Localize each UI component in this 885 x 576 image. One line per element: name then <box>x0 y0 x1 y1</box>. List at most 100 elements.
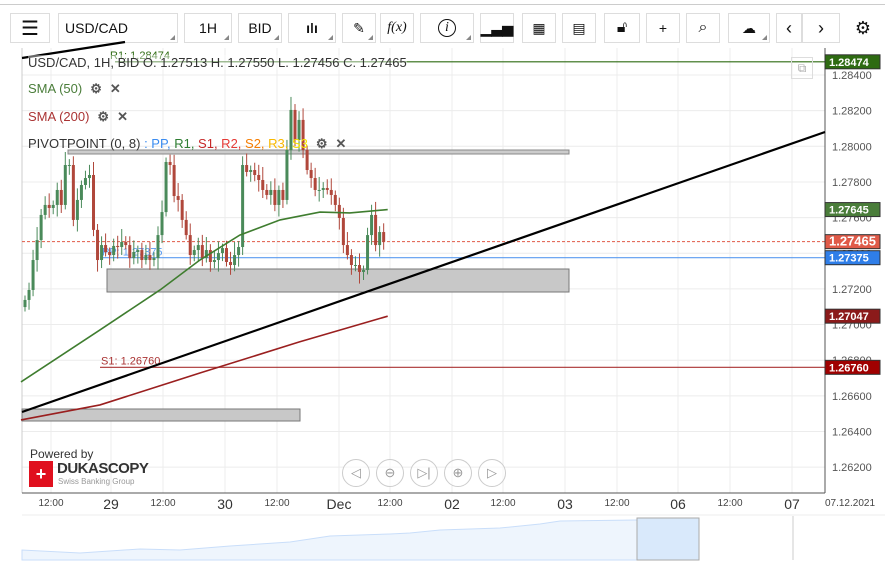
y-tick-label: 1.26200 <box>832 462 872 474</box>
candle-body <box>249 170 253 172</box>
candle-body <box>156 235 160 259</box>
candle-body <box>305 150 309 171</box>
close-icon[interactable]: ✕ <box>336 136 347 152</box>
candle-body <box>55 189 59 205</box>
brand-name: DUKASCOPY <box>57 460 149 477</box>
y-tick-label: 1.27200 <box>832 284 872 296</box>
price-chart[interactable]: 1.284001.282001.280001.278001.276001.274… <box>0 0 885 576</box>
pivot-item: R2, <box>217 136 242 151</box>
pivot-item: R1, <box>170 136 195 151</box>
time-label: 12:00 <box>604 498 630 509</box>
candle-body <box>96 229 100 261</box>
y-tick-label: 1.28200 <box>832 106 872 118</box>
candle-body <box>51 204 55 208</box>
candle-body <box>112 245 116 256</box>
scroll-left-button[interactable]: ◁ <box>342 459 370 487</box>
navigator-window <box>636 517 700 561</box>
candle-body <box>104 245 108 253</box>
candle-body <box>196 245 200 251</box>
pivot-item: S2, <box>241 136 265 151</box>
candle-body <box>277 189 281 205</box>
time-label: 06 <box>670 496 686 512</box>
candle-body <box>23 299 27 308</box>
candle-body <box>176 196 180 200</box>
candle-body <box>152 258 156 261</box>
y-tick-label: 1.27800 <box>832 177 872 189</box>
candle-body <box>321 188 325 190</box>
time-label: 07 <box>784 496 800 512</box>
scroll-end-button[interactable]: ▷| <box>410 459 438 487</box>
time-label: 29 <box>103 496 119 512</box>
time-label: 12:00 <box>490 498 516 509</box>
pivot-legend: PIVOTPOINT (0, 8) : PP, R1, S1, R2, S2, … <box>28 136 346 152</box>
candle-body <box>313 178 317 190</box>
time-label: 03 <box>557 496 573 512</box>
candle-body <box>71 165 75 220</box>
zone-box <box>21 408 301 422</box>
candle-body <box>192 250 196 256</box>
candle-body <box>362 270 366 272</box>
popout-icon[interactable]: ⧉ <box>791 57 813 79</box>
candle-body <box>265 189 269 195</box>
zoom-in-button[interactable]: ⊕ <box>444 459 472 487</box>
candle-body <box>269 189 273 195</box>
candle-body <box>366 235 370 271</box>
candle-body <box>168 161 172 166</box>
candle-body <box>220 248 224 254</box>
candle-body <box>75 199 79 220</box>
candle-body <box>120 242 124 248</box>
candle-body <box>273 189 277 205</box>
candle-body <box>83 178 87 185</box>
time-label: 12:00 <box>377 498 403 509</box>
candle-body <box>309 170 313 179</box>
candle-body <box>92 174 96 230</box>
gear-icon[interactable]: ⚙ <box>316 136 328 152</box>
zoom-out-icon: ⊖ <box>384 465 396 480</box>
y-tick-label: 1.28400 <box>832 70 872 82</box>
ohlc-legend: USD/CAD, 1H, BID O. 1.27513 H. 1.27550 L… <box>28 55 407 70</box>
candle-body <box>325 188 329 190</box>
candle-body <box>357 265 361 272</box>
zoom-out-button[interactable]: ⊖ <box>376 459 404 487</box>
candle-body <box>285 150 289 200</box>
y-tick-label: 1.26600 <box>832 391 872 403</box>
navigator-series <box>21 517 699 561</box>
candle-body <box>216 253 220 261</box>
pivot-item: S1, <box>194 136 218 151</box>
sma200-label: SMA (200) <box>28 109 90 124</box>
time-label: 12:00 <box>717 498 743 509</box>
candle-body <box>208 250 212 262</box>
time-label: 12:00 <box>264 498 290 509</box>
candle-body <box>257 174 261 180</box>
sma50-legend: SMA (50) ⚙ ✕ <box>28 81 121 97</box>
close-icon[interactable]: ✕ <box>110 81 121 97</box>
candle-body <box>229 261 233 266</box>
candle-body <box>180 199 184 220</box>
candle-body <box>172 165 176 197</box>
gear-icon[interactable]: ⚙ <box>97 109 109 125</box>
price-tag-label: 1.26760 <box>829 362 869 374</box>
gear-icon[interactable]: ⚙ <box>90 81 102 97</box>
candle-body <box>43 204 47 215</box>
y-tick-label: 1.26400 <box>832 427 872 439</box>
close-icon[interactable]: ✕ <box>117 109 128 125</box>
candle-body <box>160 212 164 236</box>
candle-body <box>245 165 249 172</box>
price-tag-label: 1.27465 <box>829 234 876 249</box>
candle-body <box>100 245 104 261</box>
pivot-item: R3, <box>264 136 289 151</box>
candle-body <box>333 194 337 205</box>
swiss-cross-logo: + <box>29 461 53 487</box>
candle-body <box>164 161 168 213</box>
time-label: 12:00 <box>150 498 176 509</box>
candle-body <box>87 174 91 179</box>
candle-body <box>382 232 386 242</box>
candle-body <box>124 242 128 246</box>
candle-body <box>140 250 144 261</box>
candle-body <box>108 252 112 256</box>
scroll-right-button[interactable]: ▷ <box>478 459 506 487</box>
candle-body <box>337 204 341 218</box>
level-label: S1: 1.26760 <box>101 355 160 367</box>
candle-body <box>225 248 228 262</box>
brand-sub: Swiss Banking Group <box>58 477 135 486</box>
